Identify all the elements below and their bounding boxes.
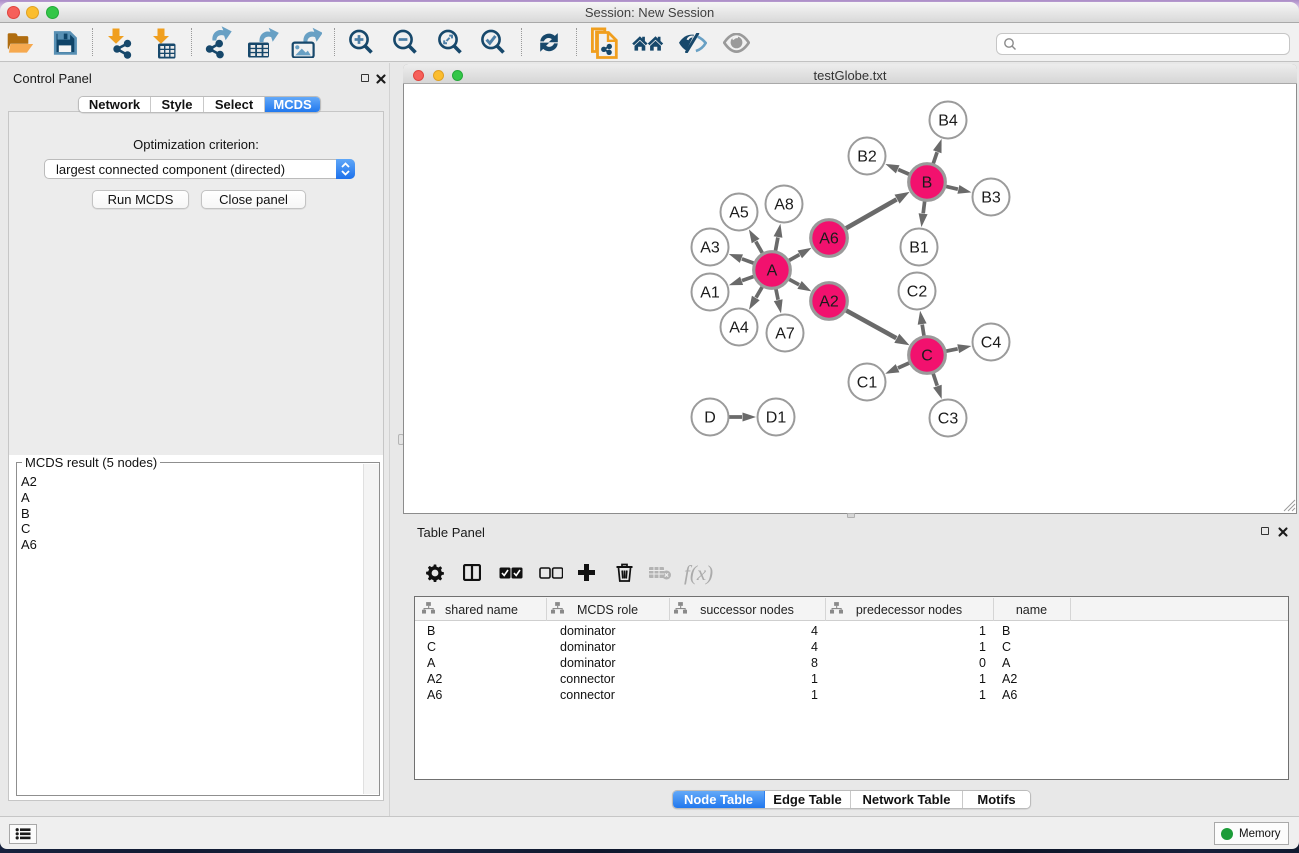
svg-text:B3: B3 — [981, 190, 1001, 207]
svg-text:A3: A3 — [700, 240, 720, 257]
svg-text:D1: D1 — [766, 410, 787, 427]
svg-text:A8: A8 — [774, 197, 794, 214]
svg-text:A4: A4 — [729, 320, 749, 337]
svg-text:A2: A2 — [819, 294, 839, 311]
svg-text:C: C — [921, 348, 933, 365]
svg-text:A1: A1 — [700, 285, 720, 302]
svg-text:C3: C3 — [938, 411, 959, 428]
svg-text:B2: B2 — [857, 149, 877, 166]
svg-text:A5: A5 — [729, 205, 749, 222]
svg-text:C1: C1 — [857, 375, 878, 392]
svg-text:A6: A6 — [819, 231, 839, 248]
svg-text:A: A — [767, 263, 778, 280]
svg-text:C4: C4 — [981, 335, 1002, 352]
svg-text:B4: B4 — [938, 113, 958, 130]
svg-text:D: D — [704, 410, 716, 427]
svg-text:B1: B1 — [909, 240, 929, 257]
svg-text:C2: C2 — [907, 284, 928, 301]
svg-text:A7: A7 — [775, 326, 795, 343]
svg-text:B: B — [922, 175, 933, 192]
